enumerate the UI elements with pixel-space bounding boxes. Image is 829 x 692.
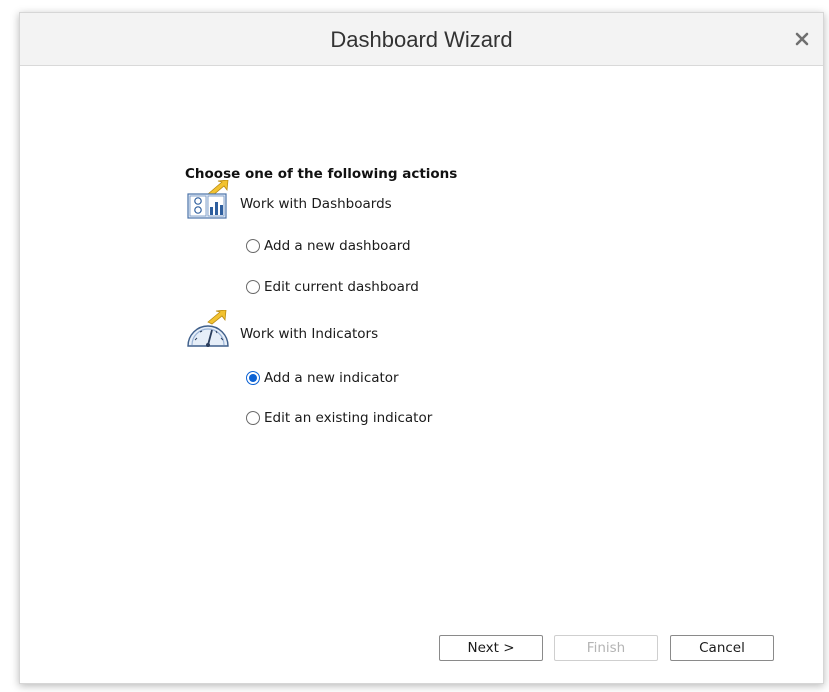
section-label-indicators: Work with Indicators — [240, 326, 379, 342]
option-label: Add a new indicator — [264, 370, 399, 386]
option-label: Edit current dashboard — [264, 279, 419, 295]
option-label: Add a new dashboard — [264, 238, 411, 254]
indicator-gauge-icon — [187, 310, 229, 347]
section-label-dashboards: Work with Dashboards — [240, 196, 392, 212]
finish-button: Finish — [554, 635, 658, 661]
dashboard-icon — [187, 180, 229, 219]
cancel-button[interactable]: Cancel — [670, 635, 774, 661]
radio-add-indicator[interactable] — [246, 371, 260, 385]
dashboard-wizard-dialog: Dashboard Wizard Choose one of the follo… — [19, 12, 824, 684]
title-bar: Dashboard Wizard — [20, 13, 823, 66]
wizard-content: Choose one of the following actions Work… — [20, 66, 823, 626]
option-label: Edit an existing indicator — [264, 410, 433, 426]
radio-edit-dashboard[interactable] — [246, 280, 260, 294]
radio-edit-indicator[interactable] — [246, 411, 260, 425]
close-icon[interactable] — [793, 30, 811, 48]
radio-add-dashboard[interactable] — [246, 239, 260, 253]
dialog-title: Dashboard Wizard — [330, 27, 513, 52]
next-button[interactable]: Next > — [439, 635, 543, 661]
